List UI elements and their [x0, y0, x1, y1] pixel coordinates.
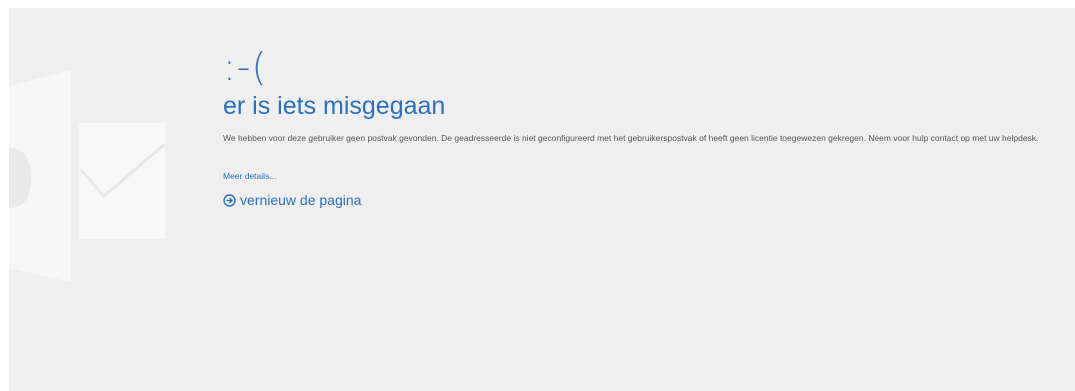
arrow-circle-right-icon — [223, 193, 236, 207]
error-message: We hebben voor deze gebruiker geen postv… — [223, 133, 1039, 143]
outlook-logo-icon — [9, 70, 166, 282]
more-details-link[interactable]: Meer details... — [223, 171, 276, 181]
error-content: :-( er is iets misgegaan We hebben voor … — [223, 48, 1075, 208]
error-page: :-( er is iets misgegaan We hebben voor … — [9, 8, 1075, 391]
error-title: er is iets misgegaan — [223, 92, 446, 120]
sad-face: :-( — [223, 45, 268, 89]
refresh-page-link[interactable]: vernieuw de pagina — [223, 192, 1075, 208]
refresh-label: vernieuw de pagina — [240, 192, 362, 208]
